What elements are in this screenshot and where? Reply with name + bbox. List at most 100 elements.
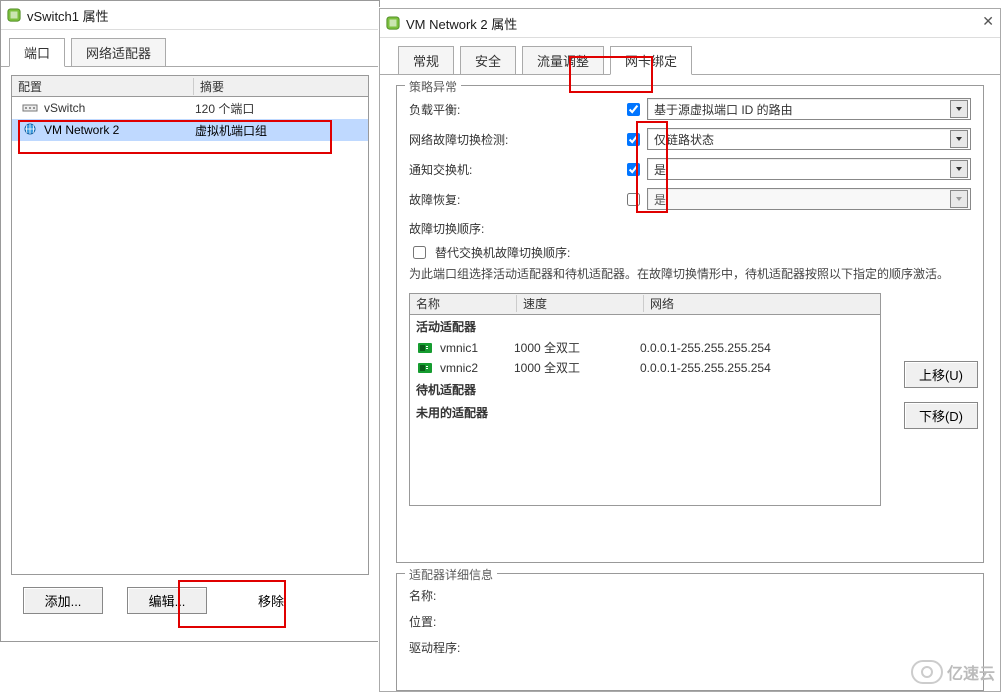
config-table-header: 配置 摘要	[12, 76, 368, 97]
order-description: 为此端口组选择活动适配器和待机适配器。在故障切换情形中，待机适配器按照以下指定的…	[409, 266, 971, 283]
form-row-notify: 通知交换机: 是	[409, 154, 971, 184]
adapter-list: 名称 速度 网络 活动适配器 vmnic1 1000 全双工 0.0.0.1-2…	[409, 293, 881, 506]
tab-security[interactable]: 安全	[460, 46, 516, 74]
check-load-balance-wrap	[619, 100, 647, 119]
right-tabs: 常规 安全 流量调整 网卡绑定	[380, 38, 1000, 75]
combo-load-balance[interactable]: 基于源虚拟端口 ID 的路由	[647, 98, 971, 120]
detail-row: 名称:	[409, 582, 971, 608]
label-load-balance: 负载平衡:	[409, 101, 619, 118]
row-name: VM Network 2	[44, 123, 189, 137]
nic-icon	[418, 362, 434, 374]
combo-value: 是	[654, 191, 666, 208]
check-failback-wrap	[619, 190, 647, 209]
table-row[interactable]: vSwitch 120 个端口	[12, 97, 368, 119]
combo-failback: 是	[647, 188, 971, 210]
label-detail-name: 名称:	[409, 587, 619, 604]
check-notify-wrap	[619, 160, 647, 179]
detail-row: 位置:	[409, 608, 971, 634]
chevron-down-icon	[950, 160, 968, 178]
row-summary: 120 个端口	[189, 100, 254, 117]
titlebar-left: vSwitch1 属性	[1, 1, 379, 30]
combo-value: 是	[654, 161, 666, 178]
combo-failover-detect[interactable]: 仅链路状态	[647, 128, 971, 150]
row-summary: 虚拟机端口组	[189, 122, 267, 139]
add-button[interactable]: 添加...	[23, 587, 103, 614]
check-failback[interactable]	[627, 193, 640, 206]
chevron-down-icon	[950, 100, 968, 118]
titlebar-right: VM Network 2 属性 ✕	[380, 9, 1000, 38]
col-header-summary[interactable]: 摘要	[194, 78, 368, 95]
check-failover-detect[interactable]	[627, 133, 640, 146]
chevron-down-icon	[950, 130, 968, 148]
config-table: 配置 摘要 vSwitch 120 个端口 VM Network 2 虚拟机端口…	[11, 75, 369, 575]
nic-row[interactable]: vmnic2 1000 全双工 0.0.0.1-255.255.255.254	[410, 358, 880, 378]
network-icon	[22, 122, 38, 138]
vswitch-properties-window: vSwitch1 属性 端口 网络适配器 配置 摘要 vSwitch 120 个…	[0, 0, 380, 642]
section-standby: 待机适配器	[410, 378, 880, 401]
move-up-button[interactable]: 上移(U)	[904, 361, 978, 388]
vswitch-icon	[22, 100, 38, 116]
label-detail-loc: 位置:	[409, 613, 619, 630]
col-header-config[interactable]: 配置	[12, 78, 194, 95]
adapter-detail-panel: 适配器详细信息 名称: 位置: 驱动程序:	[396, 573, 984, 691]
combo-value: 基于源虚拟端口 ID 的路由	[654, 101, 793, 118]
button-row: 添加... 编辑... 移除	[11, 587, 369, 614]
remove-button[interactable]: 移除	[231, 587, 311, 614]
label-failback: 故障恢复:	[409, 191, 619, 208]
nic-speed: 1000 全双工	[512, 359, 634, 376]
watermark-text: 亿速云	[947, 660, 995, 684]
adapter-area: 名称 速度 网络 活动适配器 vmnic1 1000 全双工 0.0.0.1-2…	[409, 289, 971, 506]
check-load-balance[interactable]	[627, 103, 640, 116]
section-active: 活动适配器	[410, 315, 880, 338]
policy-exceptions-panel: 策略异常 负载平衡: 基于源虚拟端口 ID 的路由 网络故障切换检测: 仅链路状…	[396, 85, 984, 563]
label-failover-order: 故障切换顺序:	[409, 220, 971, 237]
form-row-load-balance: 负载平衡: 基于源虚拟端口 ID 的路由	[409, 94, 971, 124]
label-override: 替代交换机故障切换顺序:	[435, 244, 570, 261]
col-header-name[interactable]: 名称	[410, 295, 517, 312]
row-name: vSwitch	[44, 101, 189, 115]
check-failover-detect-wrap	[619, 130, 647, 149]
table-row[interactable]: VM Network 2 虚拟机端口组	[12, 119, 368, 141]
panel-title: 策略异常	[405, 78, 461, 95]
nic-speed: 1000 全双工	[512, 339, 634, 356]
col-header-speed[interactable]: 速度	[517, 295, 644, 312]
combo-notify[interactable]: 是	[647, 158, 971, 180]
vmnetwork-properties-window: VM Network 2 属性 ✕ 常规 安全 流量调整 网卡绑定 策略异常 负…	[379, 8, 1001, 692]
watermark: 亿速云	[911, 660, 995, 684]
nic-network: 0.0.0.1-255.255.255.254	[634, 361, 880, 375]
window-title: VM Network 2 属性	[406, 14, 517, 33]
section-unused: 未用的适配器	[410, 401, 880, 424]
panel-title: 适配器详细信息	[405, 566, 497, 583]
tab-network-adapters[interactable]: 网络适配器	[71, 38, 166, 66]
label-notify: 通知交换机:	[409, 161, 619, 178]
nic-name: vmnic1	[440, 341, 512, 355]
edit-button[interactable]: 编辑...	[127, 587, 207, 614]
tab-ports[interactable]: 端口	[9, 38, 65, 67]
detail-row: 驱动程序:	[409, 634, 971, 660]
override-row: 替代交换机故障切换顺序:	[409, 243, 971, 262]
close-icon[interactable]: ✕	[982, 13, 994, 30]
form-row-failback: 故障恢复: 是	[409, 184, 971, 214]
label-detail-drv: 驱动程序:	[409, 639, 619, 656]
form-row-failover-detect: 网络故障切换检测: 仅链路状态	[409, 124, 971, 154]
move-down-button[interactable]: 下移(D)	[904, 402, 978, 429]
check-notify[interactable]	[627, 163, 640, 176]
adapter-list-body: 活动适配器 vmnic1 1000 全双工 0.0.0.1-255.255.25…	[410, 315, 880, 505]
nic-row[interactable]: vmnic1 1000 全双工 0.0.0.1-255.255.255.254	[410, 338, 880, 358]
combo-value: 仅链路状态	[654, 131, 714, 148]
nic-name: vmnic2	[440, 361, 512, 375]
left-tabs: 端口 网络适配器	[1, 30, 379, 67]
check-override[interactable]	[413, 246, 426, 259]
watermark-icon	[911, 660, 943, 684]
tab-general[interactable]: 常规	[398, 46, 454, 74]
app-icon	[386, 16, 400, 30]
move-buttons: 上移(U) 下移(D)	[904, 361, 978, 429]
col-header-network[interactable]: 网络	[644, 295, 880, 312]
chevron-down-icon	[950, 190, 968, 208]
nic-network: 0.0.0.1-255.255.255.254	[634, 341, 880, 355]
nic-icon	[418, 342, 434, 354]
label-failover-detect: 网络故障切换检测:	[409, 131, 619, 148]
tab-nic-teaming[interactable]: 网卡绑定	[610, 46, 692, 75]
tab-traffic-shaping[interactable]: 流量调整	[522, 46, 604, 74]
window-title: vSwitch1 属性	[27, 6, 109, 25]
